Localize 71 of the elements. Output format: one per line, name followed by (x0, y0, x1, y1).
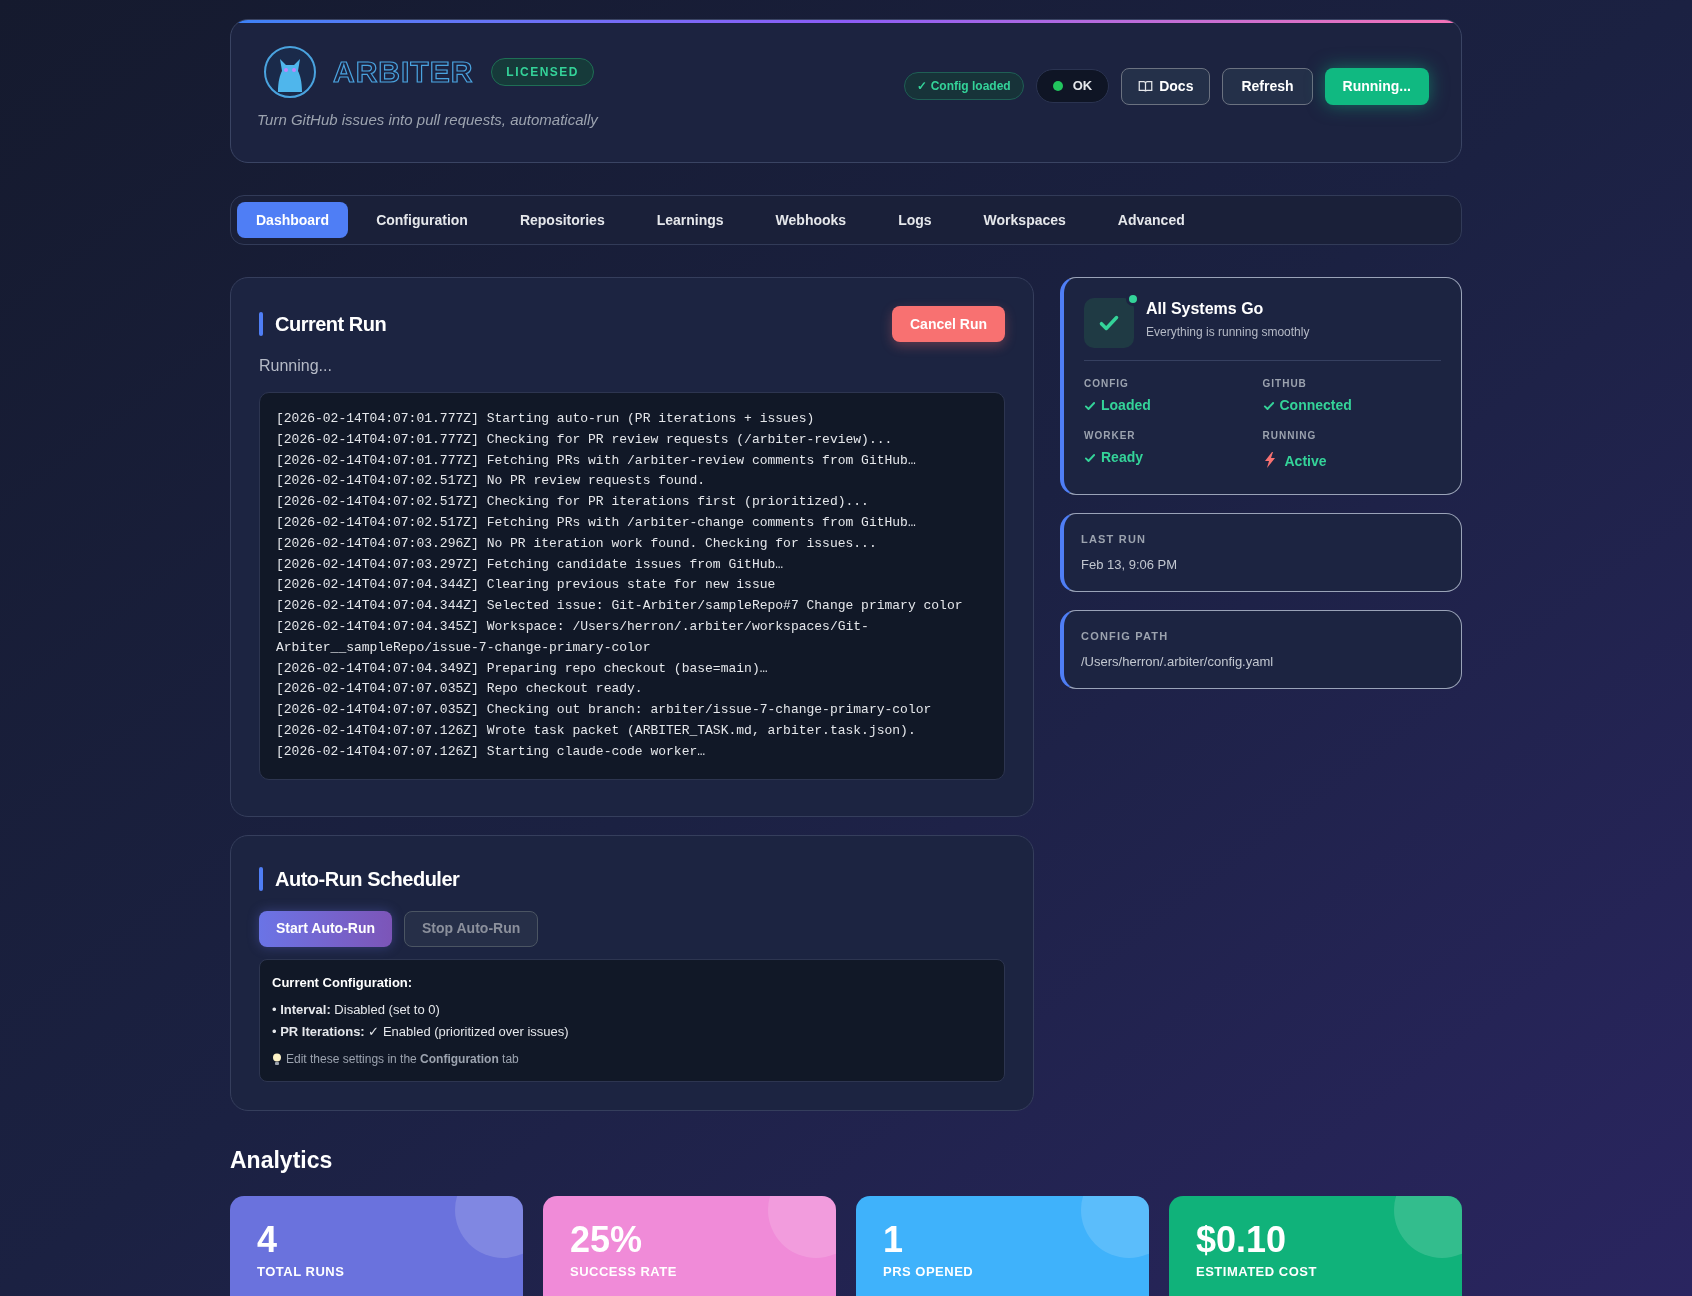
lightbulb-icon (272, 1052, 282, 1066)
settings-tip: Edit these settings in the Configuration tab (286, 1051, 519, 1069)
log-line: [2026-02-14T04:07:04.349Z] Preparing repo checkout (base=main)… (276, 659, 769, 678)
status-label: WORKER (1084, 429, 1137, 443)
log-line: [2026-02-14T04:07:02.517Z] Checking for PR iterations first (prioritized)... (276, 493, 870, 512)
log-line: [2026-02-14T04:07:03.296Z] No PR iteration work found. Checking for issues... (276, 534, 878, 553)
status-value: Connected (1279, 396, 1352, 415)
stat-label: PRS OPENED (883, 1262, 975, 1281)
log-line: [2026-02-14T04:07:07.035Z] Checking out branch: arbiter/issue-7-change-primary-color (276, 701, 933, 720)
info-label: LAST RUN (1081, 531, 1148, 547)
nav-tab[interactable]: Learnings (632, 202, 748, 238)
brand-name: ARBITER (333, 54, 474, 91)
status-label: CONFIG (1084, 377, 1130, 391)
log-line: [2026-02-14T04:07:07.126Z] Starting claude-code worker… (276, 742, 707, 761)
check-icon (1262, 399, 1275, 412)
title-accent-bar (259, 312, 263, 336)
config-status-badge: ✓ Config loaded (904, 72, 1024, 100)
log-line: [2026-02-14T04:07:01.777Z] Fetching PRs with /arbiter-review comments from GitHub… (276, 451, 917, 470)
info-value: Feb 13, 9:06 PM (1081, 556, 1179, 574)
check-icon (1084, 399, 1096, 412)
tagline: Turn GitHub issues into pull requests, automatically (257, 109, 598, 130)
status-value: Loaded (1101, 396, 1151, 415)
lightning-icon (1262, 451, 1277, 468)
stat-value: 1 (883, 1217, 905, 1262)
book-icon (1138, 78, 1154, 94)
status-subtitle: Everything is running smoothly (1146, 324, 1310, 341)
config-item: • Interval: Disabled (set to 0) (272, 1001, 441, 1020)
log-line: [2026-02-14T04:07:02.517Z] No PR review requests found. (276, 472, 707, 491)
log-line: [2026-02-14T04:07:02.517Z] Fetching PRs with /arbiter-change comments from GitHub… (276, 514, 917, 532)
status-title: All Systems Go (1146, 299, 1265, 319)
stat-label: SUCCESS RATE (570, 1262, 678, 1281)
stat-value: 4 (257, 1217, 279, 1262)
status-label: RUNNING (1262, 429, 1318, 443)
section-title: Auto-Run Scheduler (275, 866, 460, 892)
config-item: • PR Iterations: ✓ Enabled (prioritized over issues) (272, 1022, 570, 1041)
analytics-title: Analytics (230, 1146, 334, 1176)
nav-tab[interactable]: Logs (874, 202, 956, 238)
nav-tab[interactable]: Repositories (495, 202, 629, 238)
info-label: CONFIG PATH (1081, 628, 1170, 644)
log-line: [2026-02-14T04:07:04.344Z] Clearing previous state for new issue (276, 576, 777, 595)
nav-tab[interactable]: Dashboard (237, 202, 349, 238)
cat-logo-icon (263, 44, 317, 99)
status-label: OK (1072, 77, 1093, 96)
title-accent-bar (259, 866, 263, 891)
stat-value: $0.10 (1196, 1217, 1288, 1262)
status-label: GITHUB (1262, 377, 1308, 391)
license-badge: LICENSED (491, 57, 595, 86)
nav-tab[interactable]: Advanced (1093, 202, 1209, 238)
nav-tab[interactable]: Webhooks (751, 202, 871, 238)
check-icon (1084, 451, 1096, 464)
log-line: [2026-02-14T04:07:07.035Z] Repo checkout ready. (276, 680, 644, 699)
section-title: Current Run (275, 312, 387, 337)
info-value: /Users/herron/.arbiter/config.yaml (1081, 653, 1275, 671)
log-line: [2026-02-14T04:07:07.126Z] Wrote task packet (ARBITER_TASK.md, arbiter.task.json). (276, 721, 917, 740)
config-summary-title: Current Configuration: (272, 973, 414, 992)
nav-tab[interactable]: Workspaces (959, 202, 1090, 238)
log-line: [2026-02-14T04:07:01.777Z] Checking for PR review requests (/arbiter-review)... (276, 430, 894, 449)
log-line: [2026-02-14T04:07:04.344Z] Selected issue: Git-Arbiter/sampleRepo#7 Change primary color (276, 597, 964, 616)
docs-button[interactable]: Docs (1121, 67, 1211, 105)
stat-label: TOTAL RUNS (257, 1262, 346, 1281)
refresh-button[interactable]: Refresh (1222, 67, 1313, 105)
stat-label: ESTIMATED COST (1196, 1262, 1318, 1281)
log-line: [2026-02-14T04:07:04.345Z] Workspace: /Users/herron/.arbiter/workspaces/Git-Arbiter__sampleRepo/issue-7-change-primary-color (276, 617, 870, 657)
log-line: [2026-02-14T04:07:01.777Z] Starting auto-run (PR iterations + issues) (276, 410, 816, 428)
stat-value: 25% (570, 1217, 644, 1262)
status-value: Active (1284, 452, 1327, 471)
log-line: [2026-02-14T04:07:03.297Z] Fetching candidate issues from GitHub… (276, 555, 785, 574)
run-status-text: Running... (259, 356, 333, 376)
status-value: Ready (1101, 448, 1144, 467)
nav-tab[interactable]: Configuration (352, 202, 492, 238)
start-auto-run-button[interactable]: Start Auto-Run (259, 910, 393, 947)
